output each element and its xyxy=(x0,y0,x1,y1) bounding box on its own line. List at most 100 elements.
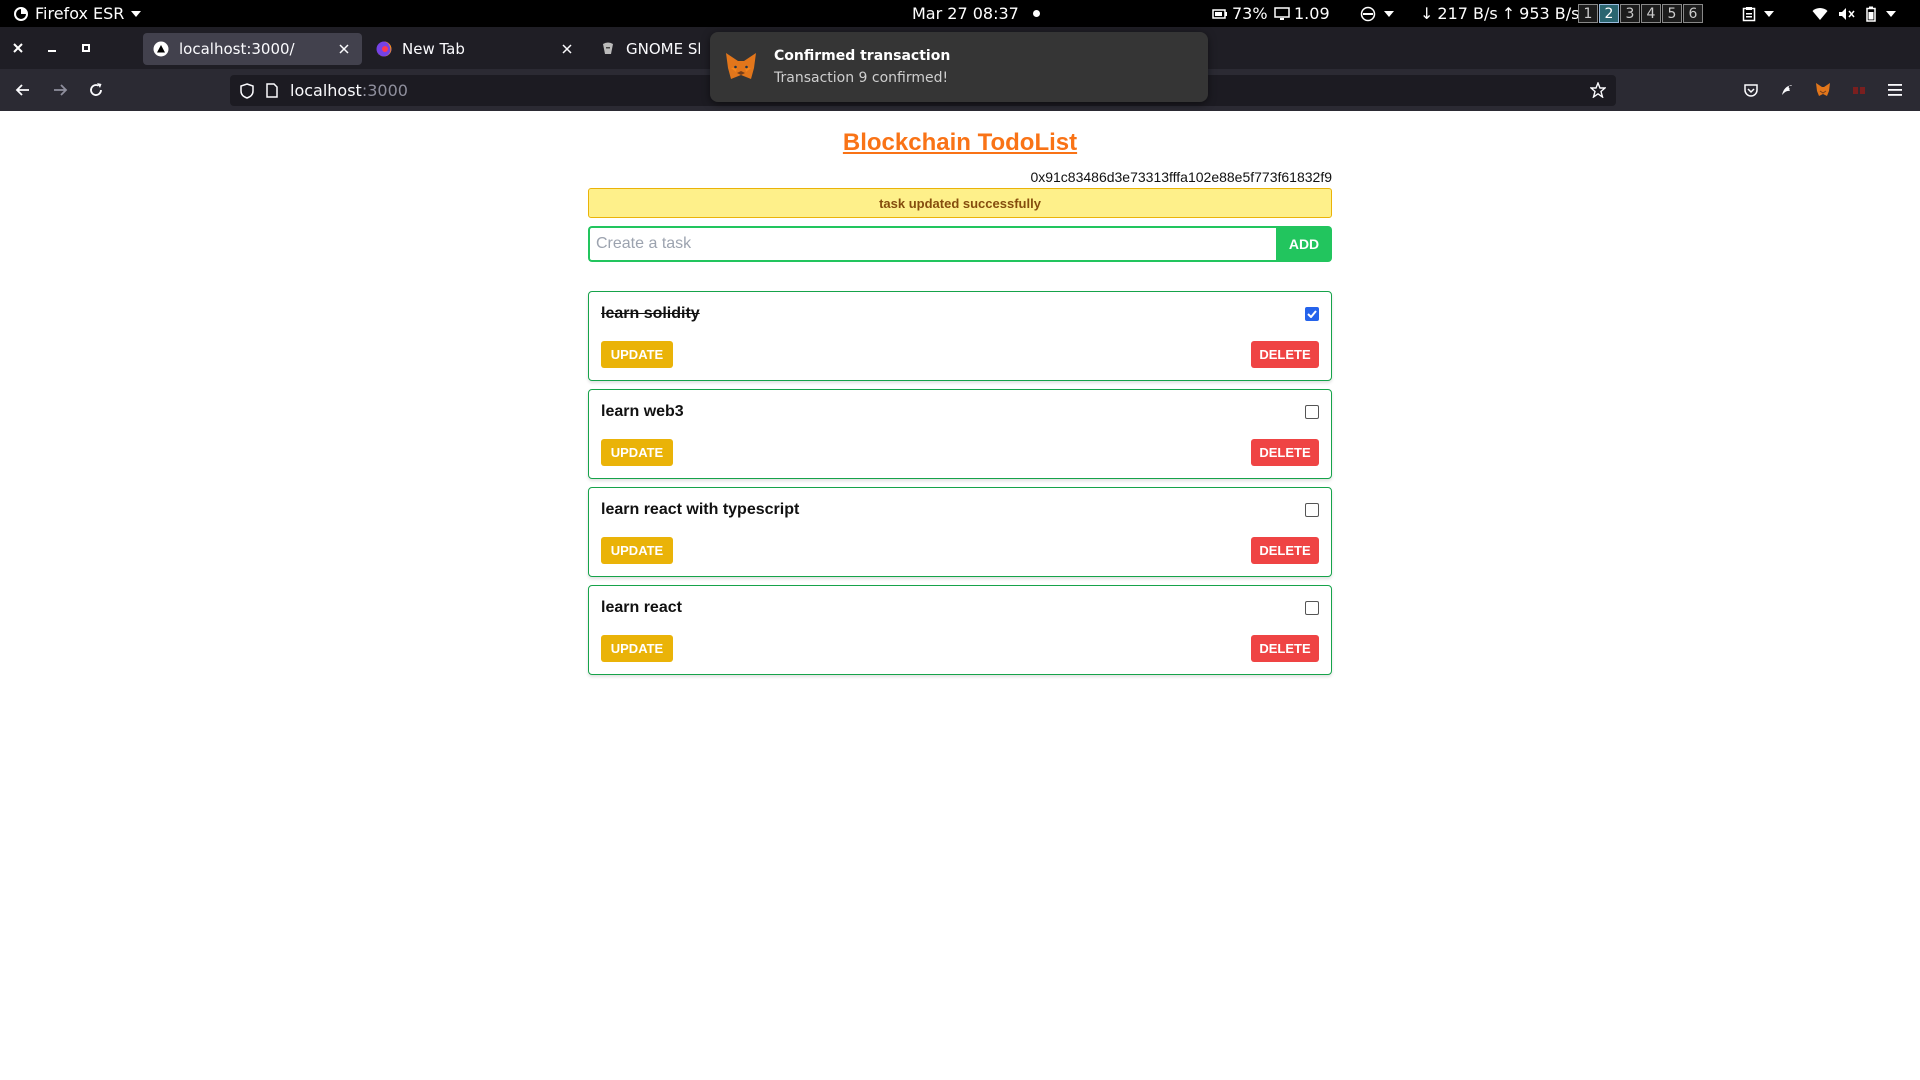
extension-button[interactable] xyxy=(1771,74,1803,106)
net-down-value: 217 B/s xyxy=(1437,4,1498,23)
chevron-down-icon xyxy=(131,10,142,18)
add-task-button[interactable]: ADD xyxy=(1276,226,1332,262)
status-alert: task updated successfully xyxy=(588,188,1332,218)
arrow-left-icon xyxy=(15,82,31,98)
notification-text: Confirmed transaction Transaction 9 conf… xyxy=(774,48,950,86)
tab-localhost[interactable]: localhost:3000/ xyxy=(143,33,362,65)
arrow-down-icon: ↓ xyxy=(1420,4,1434,23)
window-maximize-button[interactable] xyxy=(71,27,101,69)
pocket-icon xyxy=(1743,82,1759,98)
metamask-button[interactable] xyxy=(1807,74,1839,106)
task-text: learn react with typescript xyxy=(601,501,800,518)
update-button[interactable]: UPDATE xyxy=(601,635,673,662)
metamask-fox-icon xyxy=(1815,82,1831,98)
task-card: learn react UPDATE DELETE xyxy=(588,585,1332,675)
update-button[interactable]: UPDATE xyxy=(601,439,673,466)
task-card: learn solidity UPDATE DELETE xyxy=(588,291,1332,381)
page-title[interactable]: Blockchain TodoList xyxy=(588,129,1332,157)
tab-gnome-shell[interactable]: GNOME Shel xyxy=(590,33,710,65)
workspace-4[interactable]: 4 xyxy=(1641,4,1661,23)
net-up-value: 953 B/s xyxy=(1519,4,1580,23)
delete-button[interactable]: DELETE xyxy=(1251,635,1319,662)
extension-menu[interactable] xyxy=(1360,0,1394,27)
load-value: 1.09 xyxy=(1294,4,1330,23)
url-port: :3000 xyxy=(361,81,408,100)
reload-button[interactable] xyxy=(80,74,112,106)
app-menu-button[interactable] xyxy=(1879,74,1911,106)
notification-body: Transaction 9 confirmed! xyxy=(774,70,949,86)
reload-icon xyxy=(88,82,104,98)
url-text: localhost:3000 xyxy=(290,81,408,100)
delete-button[interactable]: DELETE xyxy=(1251,439,1319,466)
close-tab-icon[interactable] xyxy=(336,41,352,57)
firefox-icon xyxy=(376,41,392,57)
window-minimize-button[interactable] xyxy=(37,27,67,69)
hamburger-menu-icon xyxy=(1887,83,1903,97)
task-checkbox[interactable] xyxy=(1305,601,1319,615)
battery-indicator[interactable]: 73% xyxy=(1212,0,1268,27)
nextjs-icon xyxy=(153,41,169,57)
workspace-2[interactable]: 2 xyxy=(1599,4,1619,23)
url-host: localhost xyxy=(290,81,362,100)
close-tab-icon[interactable] xyxy=(559,41,575,57)
pocket-button[interactable] xyxy=(1735,74,1767,106)
maximize-icon xyxy=(81,43,91,53)
red-extension-button[interactable] xyxy=(1843,74,1875,106)
update-button[interactable]: UPDATE xyxy=(601,537,673,564)
minimize-icon xyxy=(47,43,57,53)
web-page: Blockchain TodoList 0x91c83486d3e73313ff… xyxy=(0,111,1920,1080)
page-icon xyxy=(266,83,278,98)
tab-title: localhost:3000/ xyxy=(179,40,295,58)
close-icon xyxy=(13,43,23,53)
tab-new-tab[interactable]: New Tab xyxy=(366,33,585,65)
system-menu[interactable] xyxy=(1812,0,1896,27)
delete-button[interactable]: DELETE xyxy=(1251,341,1319,368)
tab-title: GNOME Shel xyxy=(626,40,700,58)
workspace-6[interactable]: 6 xyxy=(1683,4,1703,23)
clock[interactable]: Mar 27 08:37 xyxy=(912,0,1040,27)
workspace-5[interactable]: 5 xyxy=(1662,4,1682,23)
forward-button[interactable] xyxy=(44,74,76,106)
app-menu-label: Firefox ESR xyxy=(35,4,125,23)
workspace-switcher: 1 2 3 4 5 6 xyxy=(1578,0,1703,27)
bookmark-star-icon[interactable] xyxy=(1590,82,1606,98)
volume-muted-icon xyxy=(1838,7,1856,21)
arrow-right-icon xyxy=(52,82,68,98)
task-card: learn react with typescript UPDATE DELET… xyxy=(588,487,1332,577)
firefox-app-icon xyxy=(14,6,28,21)
task-checkbox[interactable] xyxy=(1305,503,1319,517)
gnome-icon xyxy=(600,41,616,57)
task-checkbox[interactable] xyxy=(1305,307,1319,321)
task-checkbox[interactable] xyxy=(1305,405,1319,419)
metamask-fox-icon xyxy=(724,50,758,84)
gnome-top-bar: Firefox ESR Mar 27 08:37 73% 1.09 ↓ 217 … xyxy=(0,0,1920,27)
notification-dot-icon xyxy=(1032,10,1040,17)
back-button[interactable] xyxy=(7,74,39,106)
chevron-down-icon xyxy=(1764,10,1774,18)
arrow-up-icon: ↑ xyxy=(1501,4,1516,23)
clock-label: Mar 27 08:37 xyxy=(912,4,1019,23)
window-close-button[interactable] xyxy=(3,27,33,69)
chevron-down-icon xyxy=(1384,10,1394,18)
workspace-1[interactable]: 1 xyxy=(1578,4,1598,23)
clipboard-menu[interactable] xyxy=(1742,0,1774,27)
activities-app-menu[interactable]: Firefox ESR xyxy=(14,0,142,27)
account-address: 0x91c83486d3e73313fffa102e88e5f773f61832… xyxy=(1030,169,1332,185)
task-list: learn solidity UPDATE DELETE learn web3 … xyxy=(588,291,1332,683)
task-text: learn web3 xyxy=(601,403,684,420)
tab-title: New Tab xyxy=(402,40,465,58)
task-text: learn react xyxy=(601,599,682,616)
notification-title: Confirmed transaction xyxy=(774,48,951,64)
puzzle-extension-icon xyxy=(1779,82,1795,98)
transaction-notification[interactable]: Confirmed transaction Transaction 9 conf… xyxy=(710,32,1208,102)
create-task-input[interactable] xyxy=(588,226,1276,262)
clipboard-icon xyxy=(1742,6,1756,22)
delete-button[interactable]: DELETE xyxy=(1251,537,1319,564)
update-button[interactable]: UPDATE xyxy=(601,341,673,368)
shield-icon xyxy=(240,82,254,99)
load-indicator[interactable]: 1.09 xyxy=(1274,0,1330,27)
monitor-icon xyxy=(1274,6,1290,21)
workspace-3[interactable]: 3 xyxy=(1620,4,1640,23)
wifi-icon xyxy=(1812,7,1828,21)
network-speed[interactable]: ↓ 217 B/s ↑ 953 B/s xyxy=(1420,0,1579,27)
